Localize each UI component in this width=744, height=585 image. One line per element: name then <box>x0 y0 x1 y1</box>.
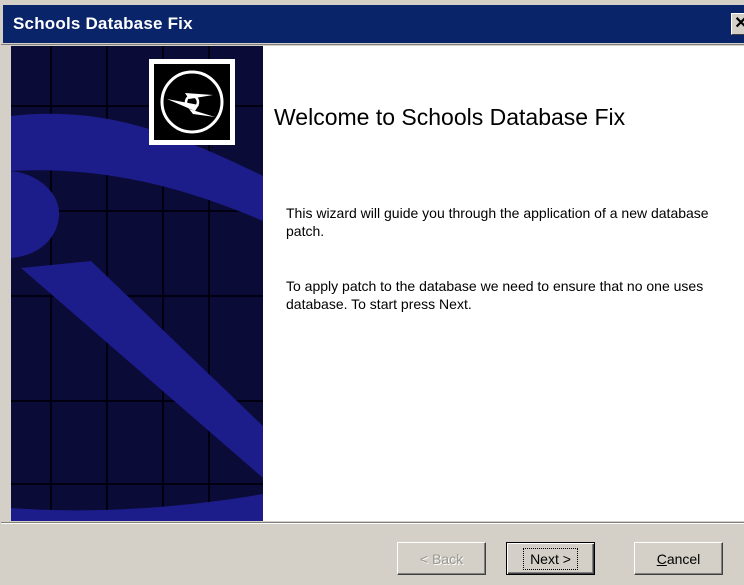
wizard-window: Schools Database Fix ✕ Welcome to School… <box>0 0 744 585</box>
wizard-banner <box>11 46 263 521</box>
intro-text: This wizard will guide you through the a… <box>286 205 709 239</box>
close-icon: ✕ <box>734 15 744 32</box>
back-button-label: < Back <box>419 550 464 567</box>
window-title: Schools Database Fix <box>13 14 193 33</box>
close-button[interactable]: ✕ <box>731 13 744 35</box>
banner-artwork <box>11 46 263 521</box>
next-button-label: Next > <box>523 547 578 570</box>
frame-divider <box>1 44 744 45</box>
cancel-button[interactable]: Cancel <box>634 542 723 575</box>
back-button[interactable]: < Back <box>397 542 486 575</box>
cd-disc-icon <box>149 59 235 145</box>
page-title: Welcome to Schools Database Fix <box>274 104 626 130</box>
wizard-content: Welcome to Schools Database Fix This wiz… <box>263 46 744 521</box>
cancel-button-label: Cancel <box>656 550 701 567</box>
button-area-separator-highlight <box>1 523 744 524</box>
instruction-text: To apply patch to the database we need t… <box>286 278 704 312</box>
next-button[interactable]: Next > <box>506 542 595 575</box>
title-bar[interactable]: Schools Database Fix ✕ <box>3 5 744 43</box>
